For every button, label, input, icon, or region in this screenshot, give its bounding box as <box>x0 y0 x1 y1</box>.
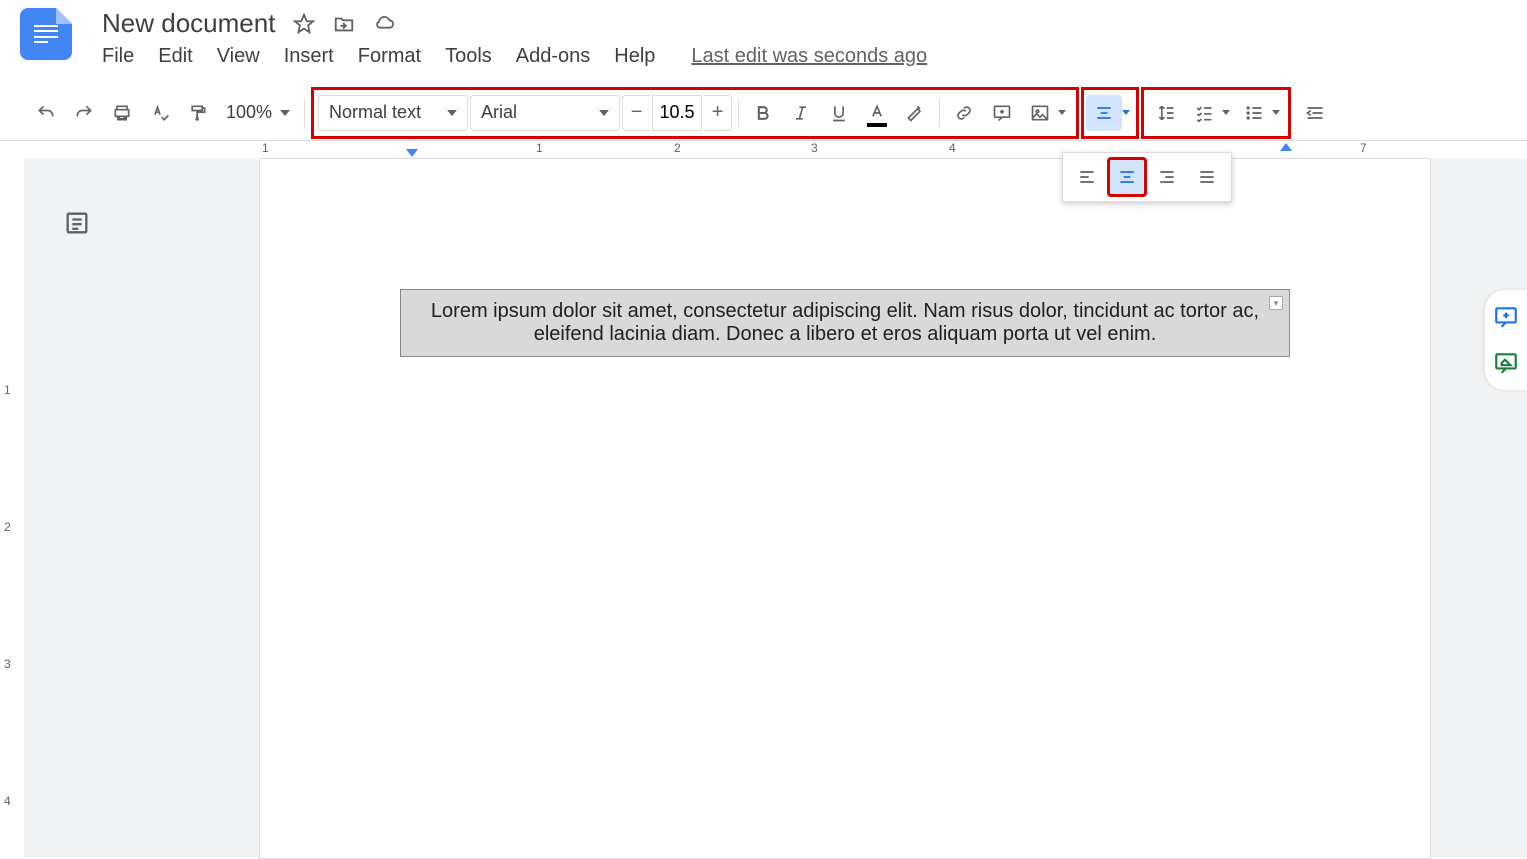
insert-image-button[interactable] <box>1022 95 1058 131</box>
chevron-down-icon[interactable] <box>1058 110 1066 115</box>
selected-text-block[interactable]: Lorem ipsum dolor sit amet, consectetur … <box>400 289 1290 357</box>
block-options-handle[interactable]: ▾ <box>1269 296 1283 310</box>
document-page[interactable]: Lorem ipsum dolor sit amet, consectetur … <box>260 159 1430 858</box>
menu-insert[interactable]: Insert <box>284 45 334 68</box>
menu-view[interactable]: View <box>217 45 260 68</box>
font-family-value: Arial <box>481 102 517 123</box>
spellcheck-button[interactable] <box>142 95 178 131</box>
first-line-indent-marker[interactable] <box>406 149 418 157</box>
chevron-down-icon <box>599 110 609 116</box>
outline-icon[interactable] <box>63 209 91 237</box>
vertical-ruler[interactable]: 1 2 3 4 <box>0 159 24 858</box>
horizontal-ruler[interactable]: 1 1 2 3 4 7 <box>256 141 1527 159</box>
move-folder-icon[interactable] <box>333 13 355 35</box>
line-spacing-button[interactable] <box>1148 95 1184 131</box>
workspace: 1 2 3 4 Lorem ipsum dolor sit amet, cons… <box>0 159 1527 858</box>
chevron-down-icon <box>280 110 290 116</box>
align-center-button[interactable] <box>1107 157 1147 197</box>
last-edit-link[interactable]: Last edit was seconds ago <box>691 45 927 68</box>
paint-format-button[interactable] <box>180 95 216 131</box>
increase-font-size-button[interactable]: + <box>704 95 732 131</box>
menu-file[interactable]: File <box>102 45 134 68</box>
highlighted-toolbar-group-1: Normal text Arial − + <box>311 87 1079 139</box>
suggest-edits-icon[interactable] <box>1493 350 1519 376</box>
align-button[interactable] <box>1086 95 1122 131</box>
ruler-number: 1 <box>4 383 11 397</box>
decrease-font-size-button[interactable]: − <box>622 95 650 131</box>
ruler-number: 4 <box>4 794 11 808</box>
star-icon[interactable] <box>293 13 315 35</box>
highlighted-align-button <box>1081 87 1139 139</box>
add-comment-button[interactable] <box>984 95 1020 131</box>
right-indent-marker[interactable] <box>1280 143 1292 151</box>
right-side-tools <box>1485 290 1527 390</box>
menu-format[interactable]: Format <box>358 45 421 68</box>
zoom-value: 100% <box>226 102 272 123</box>
menubar: File Edit View Insert Format Tools Add-o… <box>102 45 1507 68</box>
cloud-status-icon[interactable] <box>373 13 395 35</box>
align-justify-button[interactable] <box>1187 157 1227 197</box>
ruler-number: 1 <box>262 141 269 155</box>
redo-button[interactable] <box>66 95 102 131</box>
outline-panel <box>24 159 130 858</box>
ruler-number: 2 <box>674 141 681 155</box>
font-size-input[interactable] <box>652 95 702 131</box>
chevron-down-icon[interactable] <box>1122 110 1130 115</box>
add-comment-icon[interactable] <box>1493 304 1519 330</box>
print-button[interactable] <box>104 95 140 131</box>
bold-button[interactable] <box>745 95 781 131</box>
ruler-number: 2 <box>4 520 11 534</box>
chevron-down-icon <box>447 110 457 116</box>
paragraph-style-select[interactable]: Normal text <box>318 95 468 131</box>
ruler-number: 4 <box>949 141 956 155</box>
italic-button[interactable] <box>783 95 819 131</box>
zoom-select[interactable]: 100% <box>218 102 298 123</box>
menu-help[interactable]: Help <box>614 45 655 68</box>
align-dropdown-popup <box>1062 152 1232 202</box>
menu-edit[interactable]: Edit <box>158 45 192 68</box>
paragraph-style-value: Normal text <box>329 102 421 123</box>
highlighted-toolbar-group-2 <box>1141 87 1291 139</box>
underline-button[interactable] <box>821 95 857 131</box>
text-color-button[interactable] <box>859 95 895 131</box>
ruler-number: 3 <box>811 141 818 155</box>
app-header: New document File Edit View Insert Forma… <box>0 0 1527 85</box>
align-right-button[interactable] <box>1147 157 1187 197</box>
menu-addons[interactable]: Add-ons <box>516 45 591 68</box>
decrease-indent-button[interactable] <box>1297 95 1333 131</box>
ruler-number: 7 <box>1360 141 1367 155</box>
checklist-button[interactable] <box>1186 95 1222 131</box>
font-size-control: − + <box>622 95 732 131</box>
chevron-down-icon[interactable] <box>1222 110 1230 115</box>
highlight-color-button[interactable] <box>897 95 933 131</box>
align-left-button[interactable] <box>1067 157 1107 197</box>
ruler-number: 3 <box>4 657 11 671</box>
document-title[interactable]: New document <box>102 8 275 39</box>
insert-link-button[interactable] <box>946 95 982 131</box>
toolbar: 100% Normal text Arial − + <box>0 85 1527 141</box>
menu-tools[interactable]: Tools <box>445 45 492 68</box>
ruler-number: 1 <box>536 141 543 155</box>
font-family-select[interactable]: Arial <box>470 95 620 131</box>
undo-button[interactable] <box>28 95 64 131</box>
document-text[interactable]: Lorem ipsum dolor sit amet, consectetur … <box>431 300 1259 345</box>
docs-logo-icon[interactable] <box>20 8 72 60</box>
document-canvas[interactable]: Lorem ipsum dolor sit amet, consectetur … <box>130 159 1527 858</box>
chevron-down-icon[interactable] <box>1272 110 1280 115</box>
bulleted-list-button[interactable] <box>1236 95 1272 131</box>
